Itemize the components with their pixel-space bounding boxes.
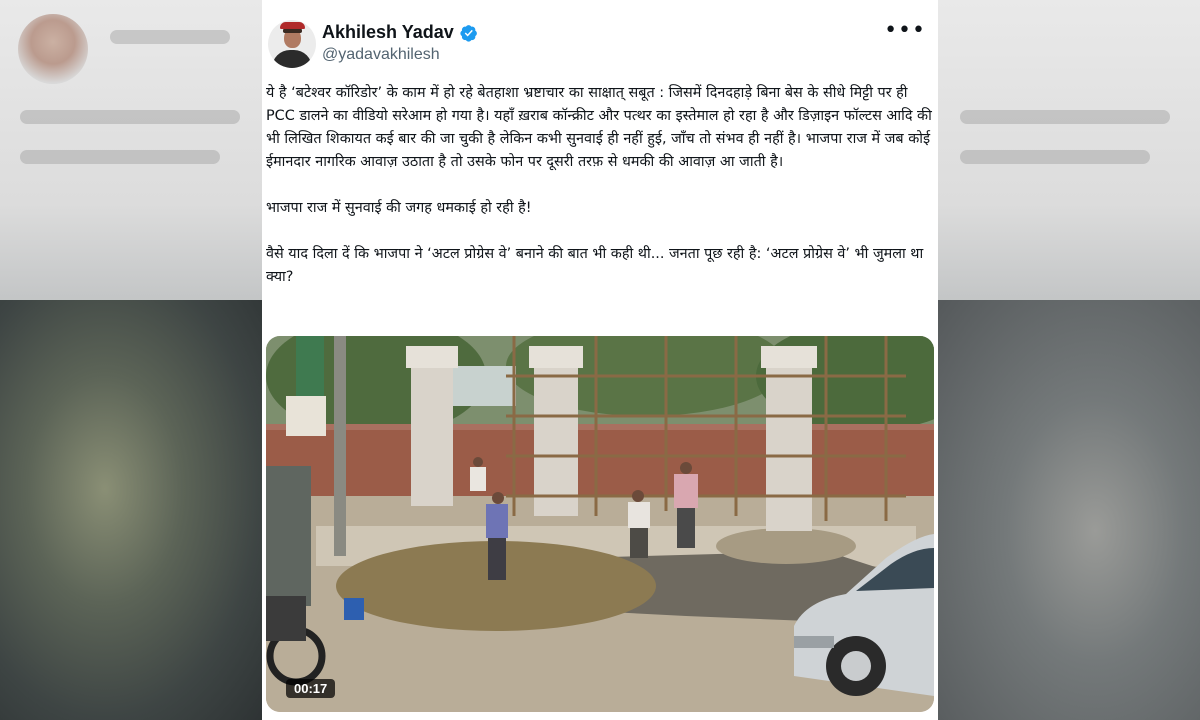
background-text-blur xyxy=(110,30,230,44)
author-name-row: Akhilesh Yadav xyxy=(322,22,478,43)
verified-badge-icon xyxy=(460,24,477,42)
author-handle[interactable]: @yadavakhilesh xyxy=(322,46,440,64)
tweet-paragraph: ये है ‘बटेश्वर कॉरिडोर’ के काम में हो रह… xyxy=(266,85,932,170)
tweet-card[interactable]: Akhilesh Yadav @yadavakhilesh ••• ये है … xyxy=(262,0,938,720)
author-avatar[interactable] xyxy=(268,20,316,68)
tweet-paragraph: वैसे याद दिला दें कि भाजपा ने ‘अटल प्रोग… xyxy=(266,246,924,285)
tweet-paragraph: भाजपा राज में सुनवाई की जगह धमकाई हो रही… xyxy=(266,200,532,216)
author-display-name[interactable]: Akhilesh Yadav xyxy=(322,22,454,43)
more-horizontal-icon[interactable]: ••• xyxy=(884,20,926,42)
video-frame xyxy=(266,336,934,712)
background-text-blur xyxy=(960,110,1170,124)
background-avatar-blur xyxy=(18,14,88,84)
background-text-blur xyxy=(960,150,1150,164)
background-video-blur-left xyxy=(0,300,262,720)
background-text-blur xyxy=(20,150,220,164)
background-video-blur-right xyxy=(938,300,1200,720)
video-duration: 00:17 xyxy=(286,679,336,698)
tweet-text: ये है ‘बटेश्वर कॉरिडोर’ के काम में हो रह… xyxy=(266,82,934,289)
video-player[interactable]: 00:17 xyxy=(266,336,934,712)
background-text-blur xyxy=(20,110,240,124)
tweet-header: Akhilesh Yadav @yadavakhilesh ••• xyxy=(262,0,938,78)
